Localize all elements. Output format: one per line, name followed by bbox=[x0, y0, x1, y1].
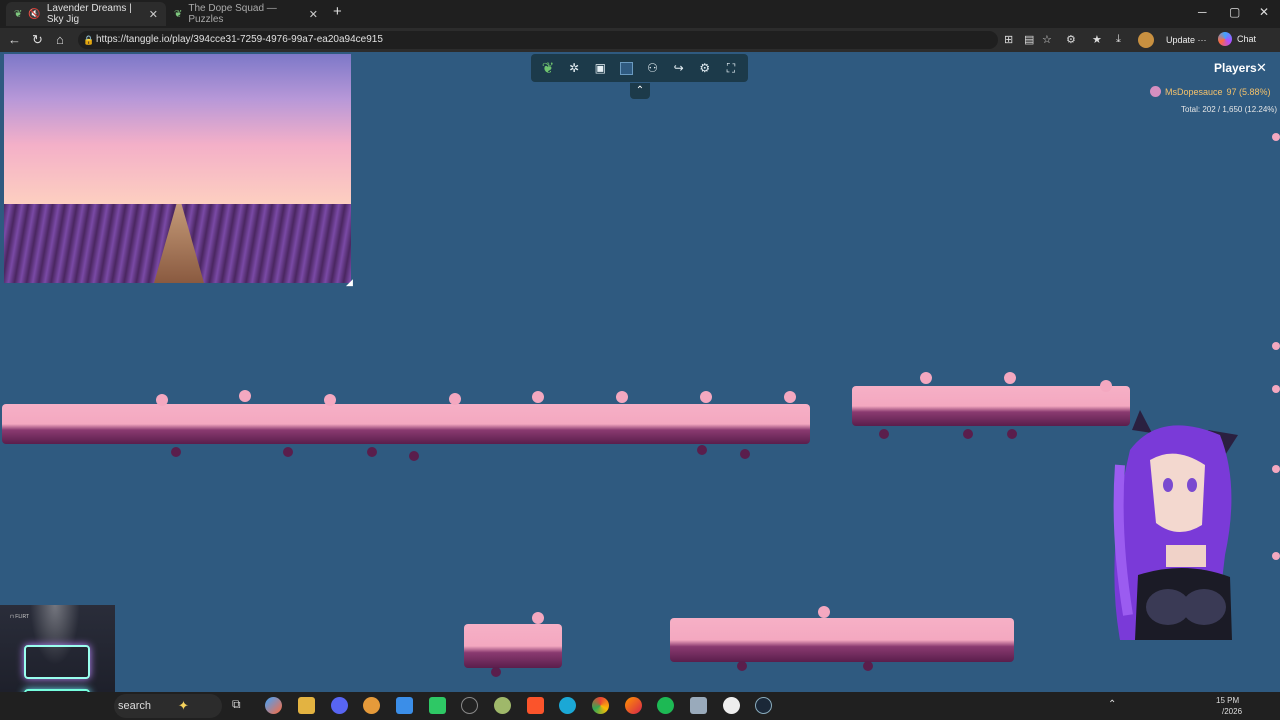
puzzle-group-small[interactable] bbox=[464, 612, 562, 677]
app-icon[interactable]: ⊞ bbox=[1004, 33, 1013, 46]
update-label: Update bbox=[1166, 35, 1196, 45]
firefox-icon[interactable] bbox=[625, 697, 642, 714]
download-icon[interactable]: ⤓ bbox=[1116, 33, 1121, 46]
app-icon[interactable] bbox=[396, 697, 413, 714]
clock-date: /2026 bbox=[1222, 707, 1243, 716]
close-window-icon[interactable]: ✕ bbox=[1259, 5, 1269, 19]
puzzle-group-right[interactable] bbox=[852, 372, 1130, 439]
file-explorer-icon[interactable] bbox=[298, 697, 315, 714]
browser-tab-bar: ❦ 🔇 Lavender Dreams | Sky Jig ✕ ❦ The Do… bbox=[0, 0, 1280, 28]
mute-icon[interactable]: 🔇 bbox=[28, 9, 40, 20]
discord-icon[interactable] bbox=[331, 697, 348, 714]
brand-mark: ⊓ FLIRT bbox=[10, 614, 30, 620]
puzzle-group-bottom[interactable] bbox=[670, 606, 1014, 671]
edge-piece[interactable] bbox=[1272, 342, 1280, 350]
copilot-icon bbox=[1218, 32, 1232, 46]
copilot-app-icon[interactable] bbox=[265, 697, 282, 714]
task-view-icon[interactable]: ⧉ bbox=[232, 697, 249, 714]
puzzle-board[interactable]: ◢ ❦ ✲ ▣ ⚇ ↪ ⚙ ⛶ ⌃ Players ✕ MsDopesauce … bbox=[0, 52, 1280, 692]
update-button[interactable]: Update ··· bbox=[1166, 35, 1207, 45]
puzzle-group-long[interactable] bbox=[2, 390, 810, 461]
url-text: https://tanggle.io/play/394cce31-7259-49… bbox=[96, 34, 383, 45]
clock-time: 15 PM bbox=[1216, 696, 1240, 705]
edge-piece[interactable] bbox=[1272, 552, 1280, 560]
app-icon[interactable] bbox=[690, 697, 707, 714]
more-label: ··· bbox=[1197, 35, 1207, 45]
spotify-icon[interactable] bbox=[657, 697, 674, 714]
close-tab-icon[interactable]: ✕ bbox=[309, 8, 318, 21]
refresh-icon[interactable]: ↻ bbox=[32, 32, 43, 48]
app-icon[interactable] bbox=[494, 697, 511, 714]
minimize-icon[interactable]: ─ bbox=[1198, 5, 1207, 19]
app-icon[interactable] bbox=[461, 697, 478, 714]
brave-icon[interactable] bbox=[527, 697, 544, 714]
close-tab-icon[interactable]: ✕ bbox=[149, 8, 158, 21]
new-tab-icon[interactable]: + bbox=[333, 3, 342, 20]
tab-title: The Dope Squad — Puzzles bbox=[188, 3, 277, 25]
leaf-icon: ❦ bbox=[14, 8, 23, 20]
app-icon[interactable] bbox=[363, 697, 380, 714]
tab-title: Lavender Dreams | Sky Jig bbox=[46, 3, 132, 25]
vtuber-avatar bbox=[1113, 410, 1238, 640]
clock[interactable]: 15 PM /2026 bbox=[1216, 695, 1242, 717]
sparkle-icon: ✦ bbox=[178, 698, 189, 713]
taskbar: search ✦ ⧉ ⌃ 15 PM /2026 bbox=[0, 692, 1280, 720]
favorites-icon[interactable]: ★ bbox=[1092, 33, 1102, 46]
edge-piece[interactable] bbox=[1272, 133, 1280, 141]
home-icon[interactable]: ⌂ bbox=[56, 32, 64, 47]
leaf-icon: ❦ bbox=[174, 8, 183, 20]
chat-button[interactable]: Chat bbox=[1218, 32, 1256, 46]
steam-icon[interactable] bbox=[755, 697, 772, 714]
extensions-icon[interactable]: ⚙ bbox=[1066, 33, 1076, 46]
maximize-icon[interactable]: ▢ bbox=[1229, 5, 1240, 19]
chrome-icon[interactable] bbox=[592, 697, 609, 714]
address-bar-row: ← ↻ ⌂ 🔒 https://tanggle.io/play/394cce31… bbox=[0, 28, 1280, 52]
edge-icon[interactable] bbox=[559, 697, 576, 714]
tab-dope-squad[interactable]: ❦ The Dope Squad — Puzzles ✕ bbox=[166, 2, 326, 26]
reader-icon[interactable]: ▤ bbox=[1024, 33, 1034, 46]
puzzle-pieces-layer bbox=[2, 372, 1130, 677]
tab-lavender-dreams[interactable]: ❦ 🔇 Lavender Dreams | Sky Jig ✕ bbox=[6, 2, 166, 26]
chevron-up-icon[interactable]: ⌃ bbox=[1108, 699, 1116, 710]
edge-piece[interactable] bbox=[1272, 385, 1280, 393]
taskbar-search[interactable]: search ✦ bbox=[114, 694, 222, 718]
profile-avatar[interactable] bbox=[1138, 32, 1154, 48]
favorite-star-icon[interactable]: ☆ bbox=[1042, 33, 1052, 46]
chat-label: Chat bbox=[1237, 34, 1257, 44]
neon-panel bbox=[24, 645, 90, 679]
back-icon[interactable]: ← bbox=[8, 32, 21, 47]
url-field[interactable]: 🔒 https://tanggle.io/play/394cce31-7259-… bbox=[78, 31, 998, 49]
app-icon[interactable] bbox=[429, 697, 446, 714]
lock-icon: 🔒 bbox=[83, 35, 95, 45]
search-placeholder: search bbox=[118, 700, 152, 712]
app-icon[interactable] bbox=[723, 697, 740, 714]
edge-piece[interactable] bbox=[1272, 465, 1280, 473]
